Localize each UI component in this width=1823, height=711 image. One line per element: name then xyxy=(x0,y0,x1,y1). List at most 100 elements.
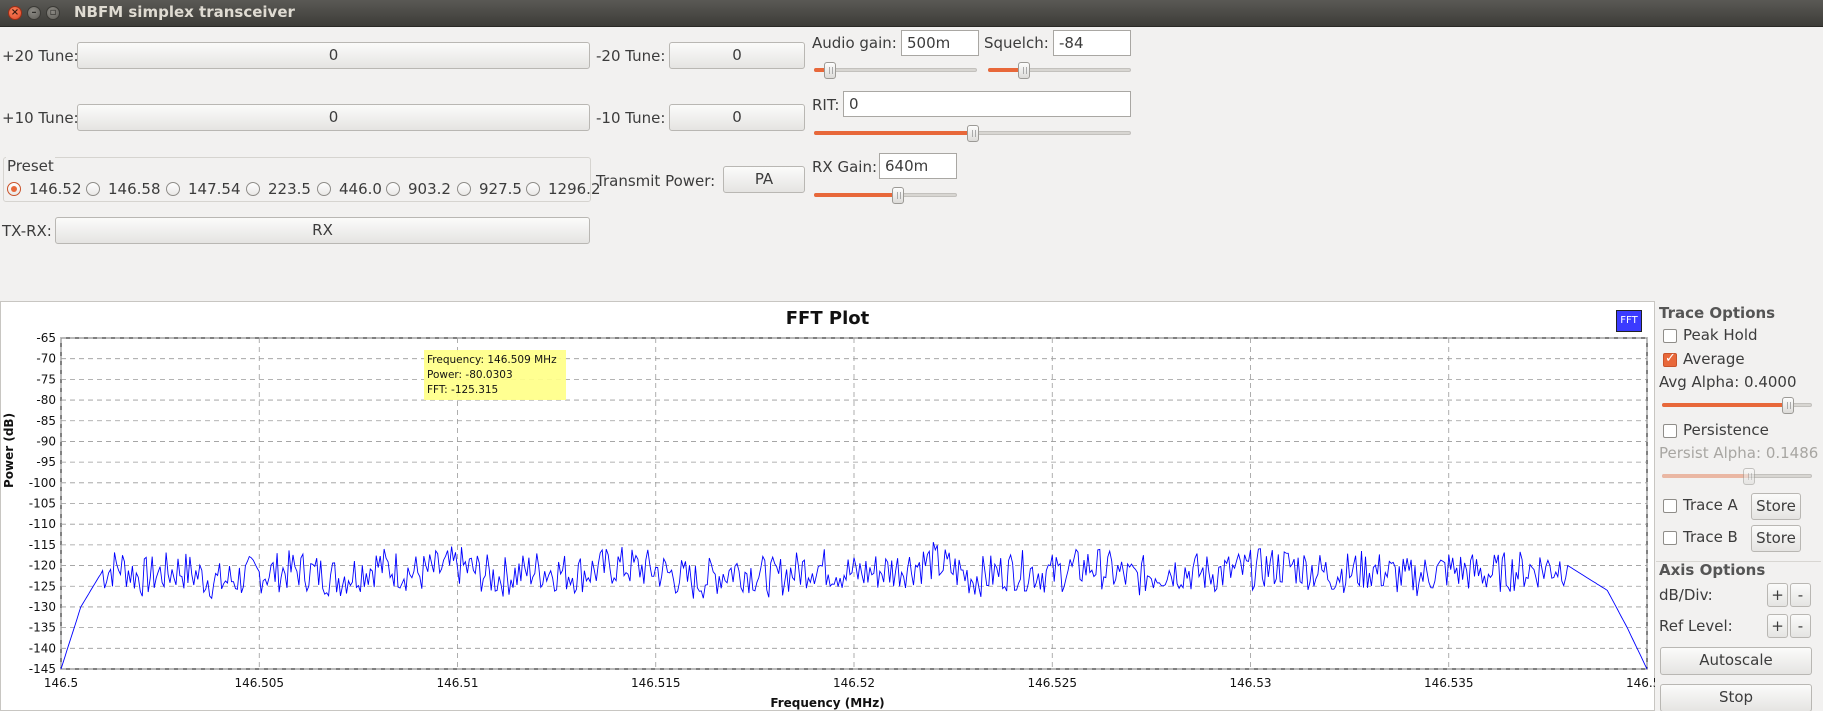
tune-plus20-label: +20 Tune: xyxy=(2,47,79,65)
audio-gain-label: Audio gain: xyxy=(812,34,897,52)
y-tick-label: -145 xyxy=(29,662,56,676)
audio-gain-slider[interactable] xyxy=(814,62,977,79)
y-tick-label: -95 xyxy=(36,455,56,469)
preset-option-label: 147.54 xyxy=(188,180,241,198)
peak-hold-label: Peak Hold xyxy=(1683,326,1758,344)
ref-level-minus-button[interactable]: - xyxy=(1790,614,1811,638)
preset-option-label: 146.52 xyxy=(29,180,82,198)
x-tick-label: 146.535 xyxy=(1424,676,1474,690)
slider-handle[interactable] xyxy=(1743,468,1755,485)
window-title: NBFM simplex transceiver xyxy=(74,3,295,21)
tune-plus20-button[interactable]: 0 xyxy=(77,42,590,69)
tx-rx-button[interactable]: RX xyxy=(55,217,590,244)
tooltip-frequency: Frequency: 146.509 MHz xyxy=(427,354,557,366)
peak-hold-checkbox[interactable] xyxy=(1663,329,1677,343)
preset-radio[interactable] xyxy=(457,182,471,196)
preset-option-label: 146.58 xyxy=(108,180,161,198)
y-tick-label: -110 xyxy=(29,517,56,531)
slider-handle[interactable] xyxy=(824,62,837,79)
transmit-power-button[interactable]: PA xyxy=(723,166,805,193)
tune-minus20-label: -20 Tune: xyxy=(596,47,666,65)
rx-gain-slider[interactable] xyxy=(814,187,957,204)
db-div-plus-button[interactable]: + xyxy=(1767,583,1788,607)
trace-b-store-button[interactable]: Store xyxy=(1751,525,1801,552)
y-tick-label: -85 xyxy=(36,414,56,428)
y-tick-label: -100 xyxy=(29,476,56,490)
squelch-field[interactable]: -84 xyxy=(1053,30,1131,56)
maximize-icon[interactable]: ▫ xyxy=(46,6,60,20)
rit-field[interactable]: 0 xyxy=(843,91,1131,117)
preset-radio[interactable] xyxy=(386,182,400,196)
transmit-power-label: Transmit Power: xyxy=(596,172,716,190)
tune-minus10-button[interactable]: 0 xyxy=(669,104,805,131)
trace-b-label: Trace B xyxy=(1683,528,1738,546)
stop-button[interactable]: Stop xyxy=(1660,684,1812,711)
x-tick-label: 146.525 xyxy=(1027,676,1077,690)
preset-radio[interactable] xyxy=(317,182,331,196)
average-label: Average xyxy=(1683,350,1745,368)
tx-rx-label: TX-RX: xyxy=(2,222,52,240)
y-tick-label: -140 xyxy=(29,641,56,655)
preset-option-label: 223.5 xyxy=(268,180,311,198)
y-tick-label: -70 xyxy=(36,352,56,366)
y-tick-label: -90 xyxy=(36,434,56,448)
preset-label: Preset xyxy=(6,157,55,175)
average-checkbox[interactable] xyxy=(1663,351,1677,367)
audio-gain-field[interactable]: 500m xyxy=(901,30,979,56)
preset-radio[interactable] xyxy=(7,182,21,196)
trace-options-title: Trace Options xyxy=(1659,304,1776,322)
trace-a-checkbox[interactable] xyxy=(1663,499,1677,513)
persistence-label: Persistence xyxy=(1683,421,1769,439)
x-axis-label: Frequency (MHz) xyxy=(770,696,885,710)
y-tick-label: -80 xyxy=(36,393,56,407)
y-axis-label: Power (dB) xyxy=(2,412,16,488)
tune-minus20-button[interactable]: 0 xyxy=(669,42,805,69)
rit-slider[interactable] xyxy=(814,125,1131,142)
fft-plot-canvas[interactable]: -65 -70 -75 -80 -85 -90 -95 -100 -105 -110 -115 -12… xyxy=(0,301,1655,711)
preset-option-label: 903.2 xyxy=(408,180,451,198)
trace-a-store-button[interactable]: Store xyxy=(1751,493,1801,520)
db-div-label: dB/Div: xyxy=(1659,586,1713,604)
x-tick-label: 146.51 xyxy=(437,676,479,690)
tooltip-fft: FFT: -125.315 xyxy=(427,384,499,396)
x-tick-label: 146.54 xyxy=(1626,676,1655,690)
slider-handle[interactable] xyxy=(966,125,979,142)
preset-radio[interactable] xyxy=(166,182,180,196)
squelch-label: Squelch: xyxy=(984,34,1049,52)
close-icon[interactable]: × xyxy=(8,6,22,20)
rit-label: RIT: xyxy=(812,96,840,114)
x-tick-label: 146.505 xyxy=(234,676,284,690)
slider-handle[interactable] xyxy=(1782,397,1794,414)
ref-level-plus-button[interactable]: + xyxy=(1767,614,1788,638)
persist-alpha-label: Persist Alpha: 0.1486 xyxy=(1659,444,1819,462)
plot-tooltip: Frequency: 146.509 MHz Power: -80.0303 F… xyxy=(424,350,566,400)
persist-alpha-slider[interactable] xyxy=(1662,468,1812,485)
y-tick-label: -120 xyxy=(29,559,56,573)
plot-title: FFT Plot xyxy=(785,308,870,329)
x-tick-label: 146.515 xyxy=(631,676,681,690)
trace-a-label: Trace A xyxy=(1683,496,1738,514)
preset-radio[interactable] xyxy=(246,182,260,196)
y-tick-label: -115 xyxy=(29,538,56,552)
preset-radio[interactable] xyxy=(526,182,540,196)
preset-radio[interactable] xyxy=(86,182,100,196)
preset-option-label: 1296.2 xyxy=(548,180,601,198)
tune-plus10-button[interactable]: 0 xyxy=(77,104,590,131)
squelch-slider[interactable] xyxy=(988,62,1131,79)
trace-b-checkbox[interactable] xyxy=(1663,531,1677,545)
window-titlebar: × – ▫ NBFM simplex transceiver xyxy=(0,0,1823,27)
y-tick-label: -105 xyxy=(29,497,56,511)
avg-alpha-slider[interactable] xyxy=(1662,397,1812,414)
autoscale-button[interactable]: Autoscale xyxy=(1660,647,1812,675)
x-tick-label: 146.5 xyxy=(44,676,78,690)
minimize-icon[interactable]: – xyxy=(27,6,41,20)
rx-gain-field[interactable]: 640m xyxy=(879,153,957,179)
slider-handle[interactable] xyxy=(892,187,905,204)
ref-level-label: Ref Level: xyxy=(1659,617,1733,635)
slider-handle[interactable] xyxy=(1017,62,1030,79)
persistence-checkbox[interactable] xyxy=(1663,424,1677,438)
db-div-minus-button[interactable]: - xyxy=(1790,583,1811,607)
rx-gain-label: RX Gain: xyxy=(812,158,878,176)
legend-badge[interactable]: FFT xyxy=(1616,310,1642,332)
x-tick-label: 146.53 xyxy=(1230,676,1272,690)
